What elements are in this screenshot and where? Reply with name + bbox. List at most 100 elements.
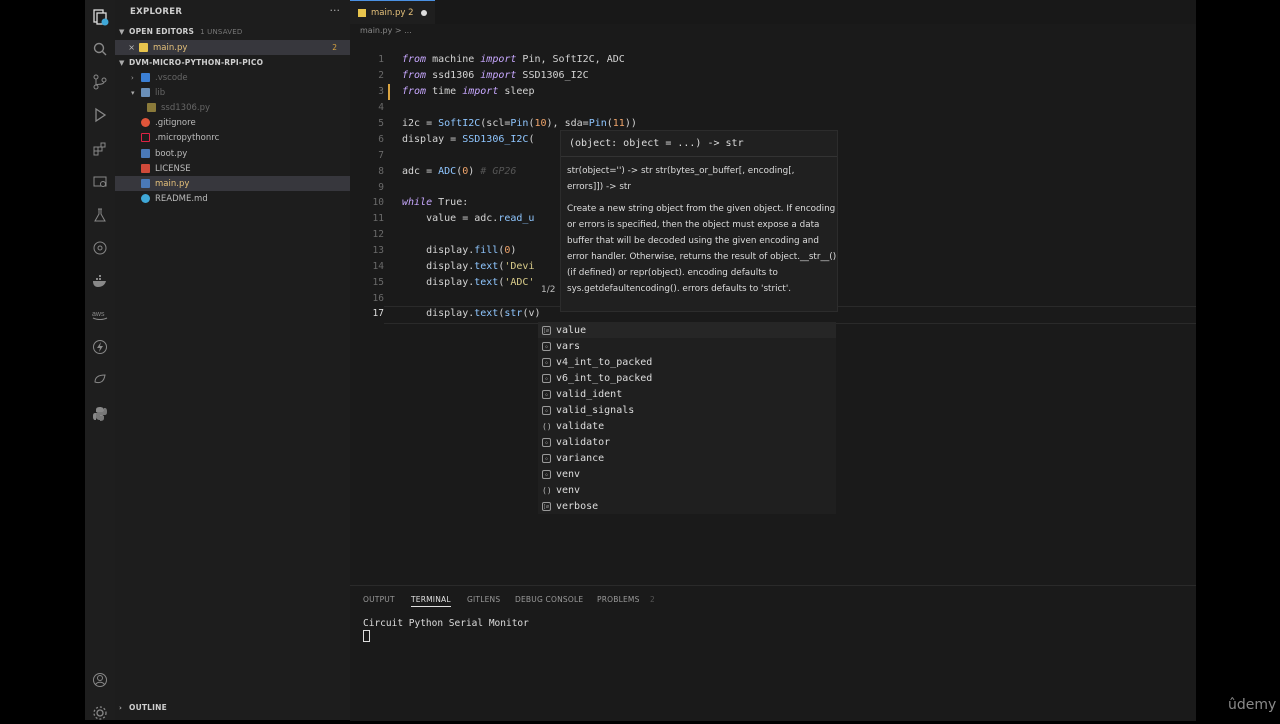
signature-help-popup: (object: object = ...) -> str str(object… (560, 130, 838, 312)
problems-count-badge: 2 (650, 595, 655, 604)
suggestion-item[interactable]: ◇ valid_signals (538, 402, 836, 418)
tree-item-boot-py[interactable]: boot.py (115, 146, 376, 161)
python-icon[interactable] (89, 403, 111, 425)
keyword: from (402, 86, 427, 97)
code-text: i2c = (402, 118, 439, 129)
keyword: import (480, 70, 517, 81)
variable-icon: [ø] (542, 501, 553, 511)
code-line[interactable]: 1 from machine import Pin, SoftI2C, ADC (350, 52, 1196, 68)
open-editors-section[interactable]: ▼ OPEN EDITORS 1 UNSAVED (119, 27, 242, 36)
search-icon[interactable] (89, 38, 111, 60)
tab-output[interactable]: OUTPUT (363, 595, 395, 604)
number-literal: 11 (612, 118, 625, 129)
method-icon: () (542, 485, 552, 495)
line-number: 14 (372, 261, 384, 272)
suggestion-item[interactable]: ◇ validator (538, 434, 836, 450)
open-editor-item-main-py[interactable]: × main.py 2 (115, 40, 350, 55)
tree-item-label: LICENSE (155, 163, 191, 174)
function-name: fill (474, 245, 499, 256)
code-line[interactable]: 3 from time import sleep (350, 84, 1196, 100)
extensions-icon[interactable] (89, 138, 111, 160)
tree-item-label: lib (155, 87, 166, 98)
class-icon: ◇ (542, 341, 551, 351)
class-icon: ◇ (542, 469, 551, 479)
line-number: 4 (378, 102, 384, 113)
lightning-icon[interactable] (89, 336, 111, 358)
suggestion-label: verbose (556, 500, 599, 512)
terminal-output[interactable]: Circuit Python Serial Monitor (363, 618, 529, 629)
aws-icon[interactable]: aws (89, 303, 111, 325)
project-section[interactable]: ▼ DVM-MICRO-PYTHON-RPI-PICO (119, 58, 263, 67)
tree-item-micropythonrc[interactable]: .micropythonrc (115, 130, 376, 145)
breadcrumb[interactable]: main.py > ... (360, 26, 412, 35)
code-line[interactable]: 4 (350, 100, 1196, 116)
outline-section[interactable]: › OUTLINE (119, 703, 167, 712)
function-name: text (474, 277, 499, 288)
suggestion-item[interactable]: ◇ v6_int_to_packed (538, 370, 836, 386)
method-icon: () (542, 421, 552, 431)
suggestion-item[interactable]: ◇ v4_int_to_packed (538, 354, 836, 370)
folder-icon (141, 73, 150, 82)
suggestion-item[interactable]: ◇ vars (538, 338, 836, 354)
module-name: ssd1306 (426, 70, 481, 81)
unsaved-dot-icon[interactable] (421, 9, 428, 16)
suggestion-item[interactable]: [ø] verbose (538, 498, 836, 514)
tree-item-main-py[interactable]: main.py 2 (115, 176, 376, 191)
remote-explorer-icon[interactable] (89, 171, 111, 193)
variable-icon: [ø] (542, 325, 553, 335)
run-debug-icon[interactable] (89, 104, 111, 126)
suggestion-item[interactable]: ◇ venv (538, 466, 836, 482)
more-actions-icon[interactable]: ··· (330, 4, 341, 17)
gitlens-icon[interactable] (89, 237, 111, 259)
tree-item-license[interactable]: LICENSE (115, 161, 376, 176)
function-name: ADC (438, 166, 457, 177)
tree-item-lib[interactable]: ▾ lib (115, 85, 366, 100)
tab-terminal[interactable]: TERMINAL (411, 595, 451, 607)
source-control-icon[interactable] (89, 71, 111, 93)
line-number: 11 (372, 213, 384, 224)
tab-gitlens[interactable]: GITLENS (467, 595, 500, 604)
class-icon: ◇ (542, 357, 551, 367)
close-icon[interactable]: × (115, 43, 135, 52)
import-names: SSD1306_I2C (516, 70, 589, 81)
chevron-down-icon: ▼ (119, 28, 125, 36)
suggestion-label: venv (556, 468, 581, 480)
explorer-icon[interactable] (89, 6, 111, 28)
tree-item-label: .gitignore (155, 117, 196, 128)
line-number: 17 (372, 308, 384, 319)
code-text: display. (402, 308, 475, 319)
manage-gear-icon[interactable] (89, 702, 111, 724)
docker-icon[interactable] (89, 270, 111, 292)
tree-item-ssd1306[interactable]: ssd1306.py (115, 100, 382, 115)
suggestion-item[interactable]: () validate (538, 418, 836, 434)
suggestion-item[interactable]: ◇ variance (538, 450, 836, 466)
tree-item-label: boot.py (155, 148, 188, 159)
tab-problems[interactable]: PROBLEMS (597, 595, 640, 604)
tree-item-gitignore[interactable]: .gitignore (115, 115, 376, 130)
suggestion-item[interactable]: [ø] value (538, 322, 836, 338)
tree-item-readme[interactable]: README.md (115, 191, 376, 206)
keyword: from (402, 70, 427, 81)
tree-item-vscode[interactable]: › .vscode (115, 70, 366, 85)
python-file-icon (141, 179, 150, 188)
testing-icon[interactable] (89, 204, 111, 226)
number-literal: 10 (534, 118, 547, 129)
tree-item-label: README.md (155, 193, 208, 204)
tab-debug-console[interactable]: DEBUG CONSOLE (515, 595, 583, 604)
suggestion-label: variance (556, 452, 605, 464)
line-number: 12 (372, 229, 384, 240)
tree-item-label: .micropythonrc (155, 132, 220, 143)
license-icon (141, 164, 150, 173)
keyword: import (462, 86, 499, 97)
tab-main-py[interactable]: main.py 2 (350, 0, 435, 24)
line-number: 2 (378, 70, 384, 81)
code-line[interactable]: 2 from ssd1306 import SSD1306_I2C (350, 68, 1196, 84)
pico-icon[interactable] (89, 369, 111, 391)
account-icon[interactable] (89, 669, 111, 691)
outline-label: OUTLINE (129, 703, 167, 712)
divider (561, 156, 837, 157)
overload-counter[interactable]: 1/2 (541, 285, 555, 295)
line-number: 6 (378, 134, 384, 145)
suggestion-item[interactable]: () venv (538, 482, 836, 498)
suggestion-item[interactable]: ◇ valid_ident (538, 386, 836, 402)
